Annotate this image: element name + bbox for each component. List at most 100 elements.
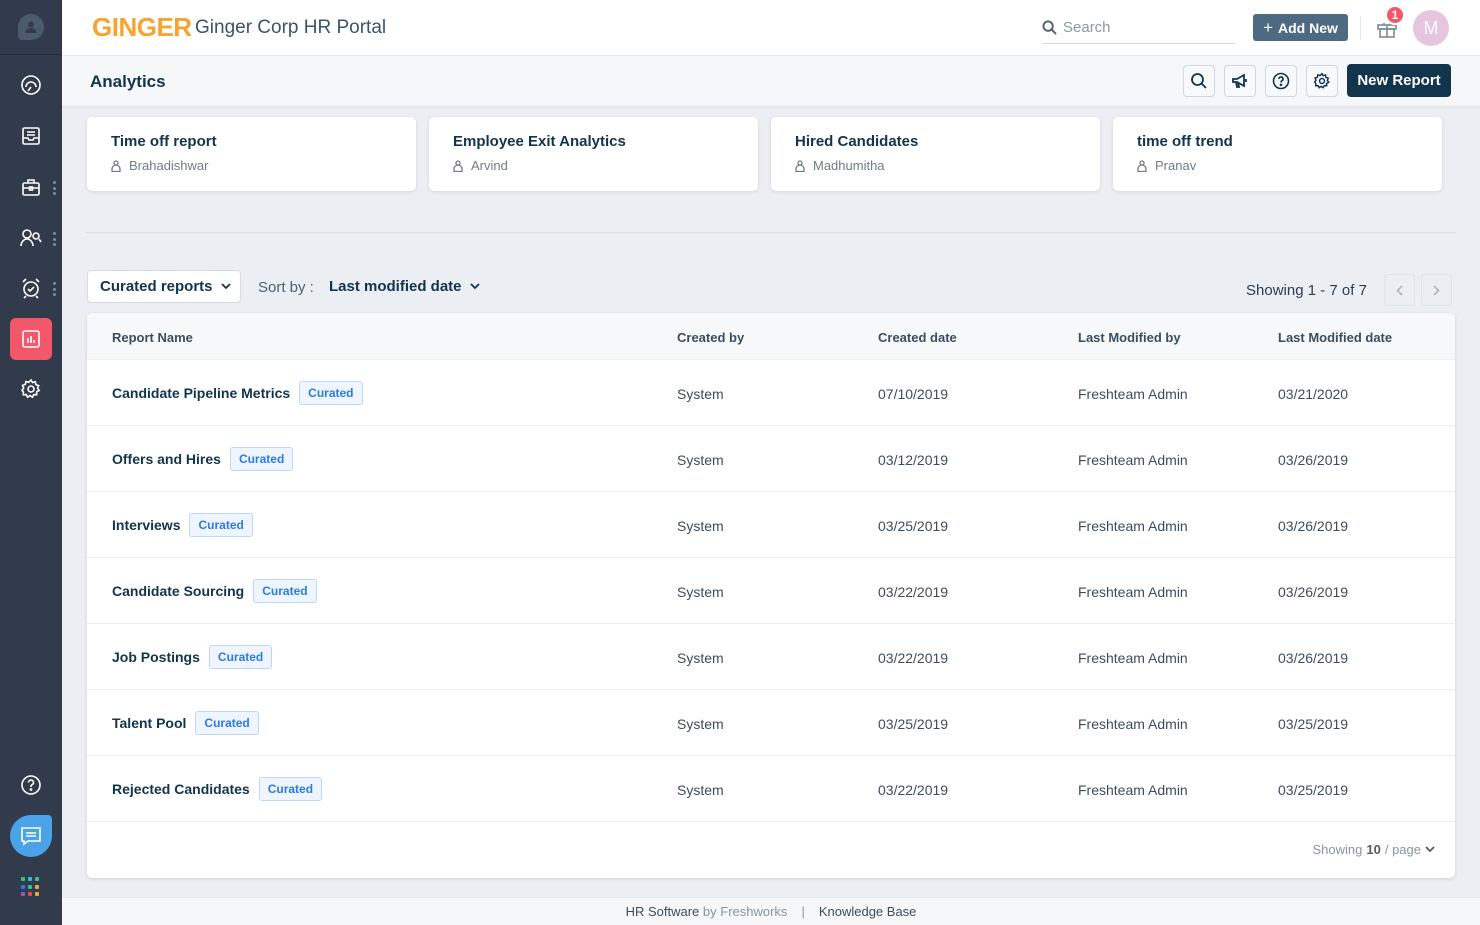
- per-page-value: 10: [1366, 842, 1381, 857]
- sidebar-item-jobs[interactable]: [10, 166, 52, 208]
- report-name[interactable]: Candidate Pipeline Metrics: [112, 385, 290, 401]
- analytics-chart-icon: [22, 330, 40, 348]
- table-row[interactable]: Talent Pool Curated System 03/25/2019 Fre…: [87, 690, 1455, 756]
- chevron-right-icon: [1433, 284, 1440, 296]
- report-name-cell[interactable]: Candidate Pipeline Metrics Curated: [112, 381, 363, 405]
- portal-title: Ginger Corp HR Portal: [195, 17, 387, 38]
- report-name[interactable]: Rejected Candidates: [112, 781, 250, 797]
- created-date-cell: 03/22/2019: [878, 584, 949, 600]
- table-row[interactable]: Offers and Hires Curated System 03/12/201…: [87, 426, 1455, 492]
- report-type-value: Curated reports: [100, 278, 213, 295]
- report-name-cell[interactable]: Talent Pool Curated: [112, 711, 259, 735]
- column-header-last-modified-date[interactable]: Last Modified date: [1278, 330, 1392, 345]
- section-divider: [86, 232, 1456, 233]
- report-name[interactable]: Candidate Sourcing: [112, 583, 244, 599]
- new-report-button[interactable]: New Report: [1347, 64, 1451, 97]
- table-row[interactable]: Candidate Pipeline Metrics Curated System…: [87, 360, 1455, 426]
- settings-button[interactable]: [1306, 65, 1338, 97]
- recent-report-card[interactable]: Time off report Brahadishwar: [87, 117, 416, 191]
- per-page-suffix: / page: [1384, 842, 1421, 857]
- people-menu-dots[interactable]: [53, 232, 56, 246]
- sidebar-item-settings[interactable]: [10, 368, 52, 410]
- card-owner: Arvind: [453, 158, 508, 173]
- report-name[interactable]: Job Postings: [112, 649, 200, 665]
- sidebar-item-help[interactable]: [10, 764, 52, 806]
- column-header-created-by[interactable]: Created by: [677, 330, 744, 345]
- modified-date-cell: 03/26/2019: [1278, 650, 1349, 666]
- report-name-cell[interactable]: Interviews Curated: [112, 513, 253, 537]
- curated-badge: Curated: [189, 513, 253, 537]
- search-input[interactable]: [1063, 19, 1223, 36]
- report-name[interactable]: Talent Pool: [112, 715, 186, 731]
- next-page-button[interactable]: [1421, 274, 1452, 306]
- user-icon: [1137, 159, 1147, 172]
- sidebar-item-inbox[interactable]: [10, 115, 52, 157]
- created-date-cell: 03/25/2019: [878, 716, 949, 732]
- plus-icon: +: [1263, 17, 1274, 37]
- org-logo-icon[interactable]: [18, 14, 44, 40]
- brand-logo[interactable]: GINGER: [92, 12, 192, 43]
- time-off-menu-dots[interactable]: [53, 282, 56, 296]
- pagination-summary: Showing 1 - 7 of 7: [1246, 282, 1367, 299]
- gear-icon: [20, 378, 41, 399]
- sort-by-label: Sort by :: [258, 279, 314, 296]
- jobs-menu-dots[interactable]: [53, 181, 56, 195]
- chevron-down-icon: [469, 283, 480, 290]
- footer-product-name[interactable]: HR Software: [626, 904, 700, 919]
- sort-by-dropdown[interactable]: Last modified date: [329, 278, 480, 295]
- recent-report-card[interactable]: Employee Exit Analytics Arvind: [429, 117, 758, 191]
- curated-badge: Curated: [208, 645, 273, 669]
- column-header-last-modified-by[interactable]: Last Modified by: [1078, 330, 1181, 345]
- report-name[interactable]: Offers and Hires: [112, 451, 221, 467]
- global-search[interactable]: [1042, 12, 1235, 44]
- search-icon: [1191, 73, 1207, 89]
- column-header-created-date[interactable]: Created date: [878, 330, 957, 345]
- table-row[interactable]: Candidate Sourcing Curated System 03/22/2…: [87, 558, 1455, 624]
- footer-by: by Freshworks: [702, 904, 788, 919]
- sidebar-item-time-off[interactable]: [10, 267, 52, 309]
- chat-button[interactable]: [10, 815, 52, 857]
- curated-badge: Curated: [253, 579, 317, 603]
- created-date-cell: 07/10/2019: [878, 386, 949, 402]
- user-avatar[interactable]: M: [1413, 10, 1449, 46]
- knowledge-base-link[interactable]: Knowledge Base: [819, 904, 917, 919]
- apps-grid-icon[interactable]: [21, 877, 41, 897]
- inbox-icon: [22, 127, 40, 145]
- help-icon: [1272, 72, 1290, 90]
- sidebar-header: [0, 0, 62, 55]
- modified-by-cell: Freshteam Admin: [1078, 452, 1188, 468]
- modified-by-cell: Freshteam Admin: [1078, 716, 1188, 732]
- recent-report-card[interactable]: Hired Candidates Madhumitha: [771, 117, 1100, 191]
- search-icon: [1042, 20, 1057, 35]
- announcements-button[interactable]: [1224, 65, 1256, 97]
- footer-product[interactable]: HR Software by Freshworks: [626, 904, 788, 919]
- prev-page-button[interactable]: [1384, 274, 1415, 306]
- table-row[interactable]: Interviews Curated System 03/25/2019 Fres…: [87, 492, 1455, 558]
- search-reports-button[interactable]: [1183, 65, 1215, 97]
- user-icon: [111, 159, 121, 172]
- curated-badge: Curated: [195, 711, 259, 735]
- add-new-label: Add New: [1278, 19, 1338, 36]
- report-name[interactable]: Interviews: [112, 517, 180, 533]
- top-header: GINGER Ginger Corp HR Portal + Add New 1…: [62, 0, 1480, 56]
- report-name-cell[interactable]: Offers and Hires Curated: [112, 447, 294, 471]
- table-row[interactable]: Job Postings Curated System 03/22/2019 Fr…: [87, 624, 1455, 690]
- report-name-cell[interactable]: Rejected Candidates Curated: [112, 777, 323, 801]
- dashboard-gauge-icon: [21, 75, 41, 95]
- recent-report-card[interactable]: time off trend Pranav: [1113, 117, 1442, 191]
- sidebar-item-analytics[interactable]: [10, 318, 52, 360]
- report-type-dropdown[interactable]: Curated reports: [87, 270, 241, 303]
- user-icon: [795, 159, 805, 172]
- modified-date-cell: 03/25/2019: [1278, 782, 1349, 798]
- help-button[interactable]: [1265, 65, 1297, 97]
- table-row[interactable]: Rejected Candidates Curated System 03/22/…: [87, 756, 1455, 822]
- sidebar-item-dashboard[interactable]: [10, 64, 52, 106]
- report-name-cell[interactable]: Job Postings Curated: [112, 645, 273, 669]
- footer: HR Software by Freshworks | Knowledge Ba…: [62, 897, 1480, 925]
- sidebar-item-people[interactable]: [10, 217, 52, 259]
- modified-date-cell: 03/26/2019: [1278, 518, 1349, 534]
- add-new-button[interactable]: + Add New: [1253, 14, 1348, 41]
- per-page-dropdown[interactable]: Showing 10 / page: [1313, 842, 1436, 857]
- column-header-report-name[interactable]: Report Name: [112, 330, 193, 345]
- report-name-cell[interactable]: Candidate Sourcing Curated: [112, 579, 317, 603]
